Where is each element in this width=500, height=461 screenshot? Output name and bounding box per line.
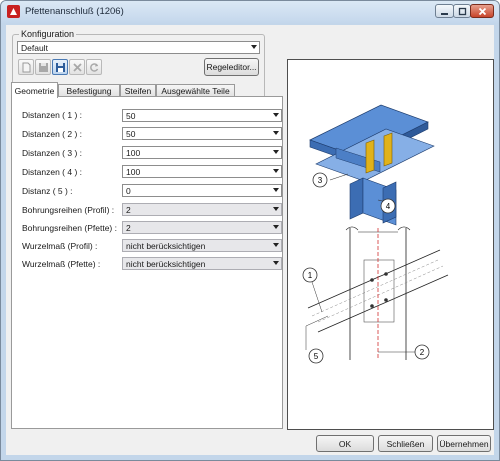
field-value: 0 <box>126 186 131 196</box>
chevron-down-icon <box>251 45 257 49</box>
field-value: 100 <box>126 148 141 158</box>
config-group-label: Konfiguration <box>19 29 77 39</box>
save-as-icon <box>55 62 65 72</box>
callout-label: 4 <box>386 202 391 211</box>
save-as-button[interactable] <box>52 59 68 75</box>
apply-button[interactable]: Übernehmen <box>437 435 491 452</box>
preview-panel: 3 4 1 2 5 <box>287 59 494 430</box>
field-label: Distanzen ( 4 ) : <box>22 167 82 177</box>
save-icon <box>38 62 48 72</box>
app-icon <box>7 5 20 18</box>
geometry-panel: Distanzen ( 1 ) : 50 Distanzen ( 2 ) : 5… <box>11 96 283 429</box>
field-value: nicht berücksichtigen <box>126 241 206 251</box>
callout-label: 2 <box>420 348 425 357</box>
refresh-button[interactable] <box>86 59 102 75</box>
dialog-client: Konfiguration Default Regeleditor... Geo… <box>6 25 494 455</box>
field-value: 2 <box>126 205 131 215</box>
distance-1-combo[interactable]: 50 <box>122 109 282 122</box>
open-button[interactable] <box>18 59 34 75</box>
maximize-button[interactable] <box>453 4 471 18</box>
refresh-icon <box>89 62 98 72</box>
chevron-down-icon <box>273 243 279 247</box>
chevron-down-icon <box>273 207 279 211</box>
field-label: Wurzelmaß (Pfette) : <box>22 259 101 269</box>
window-title: Pfettenanschluß (1206) <box>25 6 124 17</box>
close-icon <box>478 7 486 15</box>
field-label: Distanz ( 5 ) : <box>22 186 73 196</box>
callout-label: 5 <box>314 352 319 361</box>
gauge-purlin-select[interactable]: nicht berücksichtigen <box>122 257 282 270</box>
config-select[interactable]: Default <box>17 41 260 54</box>
chevron-down-icon <box>273 261 279 265</box>
chevron-down-icon <box>273 188 279 192</box>
gauge-profile-select[interactable]: nicht berücksichtigen <box>122 239 282 252</box>
distance-4-combo[interactable]: 100 <box>122 165 282 178</box>
delete-button[interactable] <box>69 59 85 75</box>
distance-3-combo[interactable]: 100 <box>122 146 282 159</box>
open-icon <box>22 62 30 72</box>
close-dialog-button[interactable]: Schließen <box>378 435 433 452</box>
field-value: 50 <box>126 111 136 121</box>
chevron-down-icon <box>273 169 279 173</box>
minimize-icon <box>441 12 448 15</box>
chevron-down-icon <box>273 131 279 135</box>
chevron-down-icon <box>273 150 279 154</box>
config-select-value: Default <box>21 43 48 53</box>
chevron-down-icon <box>273 113 279 117</box>
delete-icon <box>72 62 82 72</box>
title-bar[interactable]: Pfettenanschluß (1206) <box>1 1 499 23</box>
field-label: Distanzen ( 3 ) : <box>22 148 82 158</box>
distance-2-combo[interactable]: 50 <box>122 127 282 140</box>
hole-rows-profile-select[interactable]: 2 <box>122 203 282 216</box>
rule-editor-button[interactable]: Regeleditor... <box>204 58 259 76</box>
minimize-button[interactable] <box>435 4 454 18</box>
maximize-icon <box>458 7 466 15</box>
save-button[interactable] <box>35 59 51 75</box>
field-value: 100 <box>126 167 141 177</box>
hole-rows-purlin-select[interactable]: 2 <box>122 221 282 234</box>
dialog-window: Pfettenanschluß (1206) Konfiguration Def… <box>0 0 500 461</box>
field-label: Bohrungsreihen (Pfette) : <box>22 223 117 233</box>
field-value: 2 <box>126 223 131 233</box>
field-label: Wurzelmaß (Profil) : <box>22 241 98 251</box>
callout-label: 3 <box>318 176 323 185</box>
field-label: Distanzen ( 2 ) : <box>22 129 82 139</box>
tab-geometrie[interactable]: Geometrie <box>11 82 58 98</box>
connection-preview-image: 3 4 1 2 5 <box>302 104 449 364</box>
field-value: nicht berücksichtigen <box>126 259 206 269</box>
chevron-down-icon <box>273 225 279 229</box>
field-value: 50 <box>126 129 136 139</box>
close-button[interactable] <box>470 4 494 18</box>
field-label: Distanzen ( 1 ) : <box>22 110 82 120</box>
callout-label: 1 <box>308 271 313 280</box>
ok-button[interactable]: OK <box>316 435 374 452</box>
field-label: Bohrungsreihen (Profil) : <box>22 205 115 215</box>
distance-5-combo[interactable]: 0 <box>122 184 282 197</box>
